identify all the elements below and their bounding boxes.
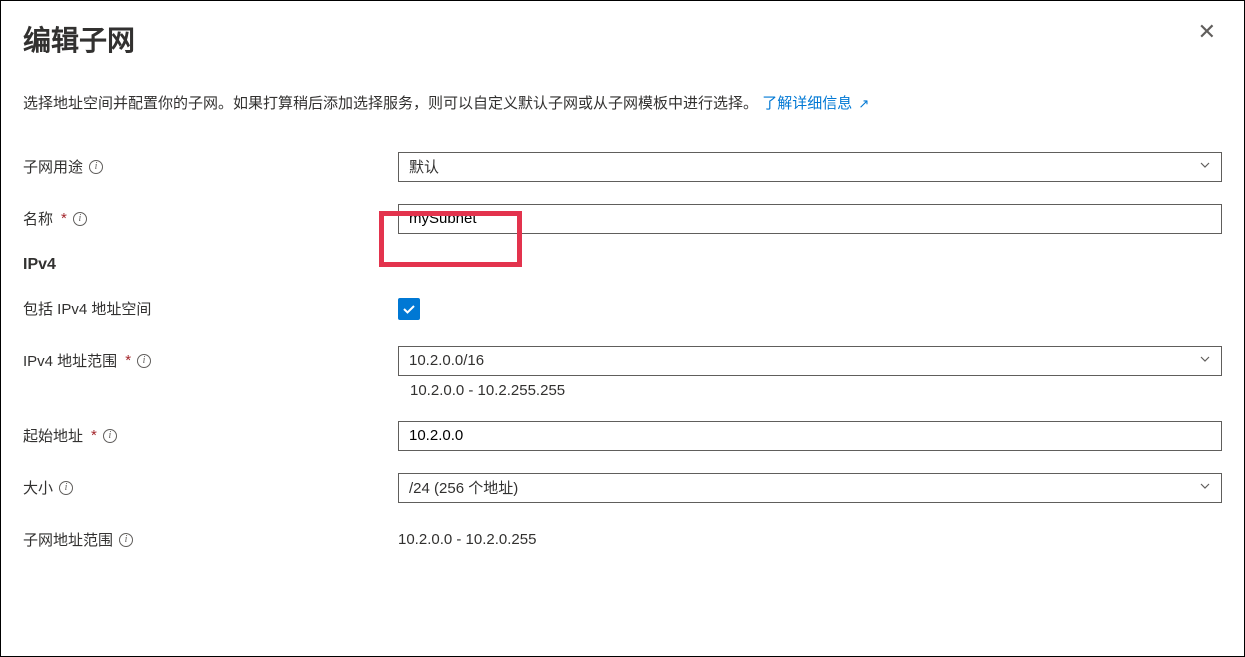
panel-title: 编辑子网 <box>23 19 135 59</box>
start-address-row: 起始地址 * i <box>23 421 1222 451</box>
checkmark-icon <box>401 301 417 317</box>
empty-label <box>23 382 398 399</box>
name-field <box>398 204 1222 234</box>
name-input[interactable] <box>398 204 1222 234</box>
required-indicator: * <box>125 352 131 369</box>
size-field: /24 (256 个地址) <box>398 473 1222 503</box>
info-icon[interactable]: i <box>73 212 87 226</box>
include-ipv4-label-col: 包括 IPv4 地址空间 <box>23 298 398 319</box>
subnet-purpose-field: 默认 <box>398 152 1222 182</box>
subnet-purpose-value: 默认 <box>409 156 439 177</box>
ipv4-section-header: IPv4 <box>23 256 1222 274</box>
learn-more-text: 了解详细信息 <box>762 95 852 112</box>
info-icon[interactable]: i <box>89 160 103 174</box>
start-address-input[interactable] <box>398 421 1222 451</box>
include-ipv4-field <box>398 298 1222 320</box>
close-icon: ✕ <box>1198 19 1216 44</box>
subnet-range-value: 10.2.0.0 - 10.2.0.255 <box>398 531 536 548</box>
ipv4-range-value: 10.2.0.0/16 <box>409 352 484 369</box>
external-link-icon: ↗ <box>858 94 869 114</box>
size-label-col: 大小 i <box>23 477 398 498</box>
subnet-purpose-label: 子网用途 <box>23 156 83 177</box>
ipv4-range-row: IPv4 地址范围 * i 10.2.0.0/16 <box>23 346 1222 376</box>
subnet-range-label-col: 子网地址范围 i <box>23 529 398 550</box>
include-ipv4-row: 包括 IPv4 地址空间 <box>23 294 1222 324</box>
required-indicator: * <box>91 427 97 444</box>
chevron-down-icon <box>1199 353 1211 368</box>
description-text: 选择地址空间并配置你的子网。如果打算稍后添加选择服务，则可以自定义默认子网或从子… <box>23 95 758 112</box>
ipv4-range-subtext-row: 10.2.0.0 - 10.2.255.255 <box>23 382 1222 399</box>
size-select[interactable]: /24 (256 个地址) <box>398 473 1222 503</box>
info-icon[interactable]: i <box>103 429 117 443</box>
panel-header: 编辑子网 ✕ <box>23 19 1222 59</box>
include-ipv4-label: 包括 IPv4 地址空间 <box>23 298 151 319</box>
name-row: 名称 * i <box>23 204 1222 234</box>
subnet-range-field: 10.2.0.0 - 10.2.0.255 <box>398 531 1222 548</box>
subnet-purpose-label-col: 子网用途 i <box>23 156 398 177</box>
ipv4-range-label: IPv4 地址范围 <box>23 350 117 371</box>
size-value: /24 (256 个地址) <box>409 477 518 498</box>
name-label-col: 名称 * i <box>23 208 398 229</box>
start-address-field <box>398 421 1222 451</box>
size-label: 大小 <box>23 477 53 498</box>
start-address-label: 起始地址 <box>23 425 83 446</box>
ipv4-range-select[interactable]: 10.2.0.0/16 <box>398 346 1222 376</box>
subnet-purpose-select[interactable]: 默认 <box>398 152 1222 182</box>
required-indicator: * <box>61 210 67 227</box>
chevron-down-icon <box>1199 480 1211 495</box>
size-row: 大小 i /24 (256 个地址) <box>23 473 1222 503</box>
chevron-down-icon <box>1199 159 1211 174</box>
ipv4-range-subtext: 10.2.0.0 - 10.2.255.255 <box>398 382 565 399</box>
subnet-range-row: 子网地址范围 i 10.2.0.0 - 10.2.0.255 <box>23 525 1222 555</box>
include-ipv4-checkbox[interactable] <box>398 298 420 320</box>
subnet-range-label: 子网地址范围 <box>23 529 113 550</box>
learn-more-link[interactable]: 了解详细信息 ↗ <box>762 95 869 112</box>
ipv4-range-subtext-field: 10.2.0.0 - 10.2.255.255 <box>398 382 1222 399</box>
name-label: 名称 <box>23 208 53 229</box>
info-icon[interactable]: i <box>59 481 73 495</box>
panel-description: 选择地址空间并配置你的子网。如果打算稍后添加选择服务，则可以自定义默认子网或从子… <box>23 93 1222 116</box>
info-icon[interactable]: i <box>137 354 151 368</box>
ipv4-range-field: 10.2.0.0/16 <box>398 346 1222 376</box>
edit-subnet-panel: 编辑子网 ✕ 选择地址空间并配置你的子网。如果打算稍后添加选择服务，则可以自定义… <box>0 0 1245 657</box>
close-button[interactable]: ✕ <box>1192 19 1222 45</box>
info-icon[interactable]: i <box>119 533 133 547</box>
ipv4-range-label-col: IPv4 地址范围 * i <box>23 350 398 371</box>
start-address-label-col: 起始地址 * i <box>23 425 398 446</box>
subnet-purpose-row: 子网用途 i 默认 <box>23 152 1222 182</box>
